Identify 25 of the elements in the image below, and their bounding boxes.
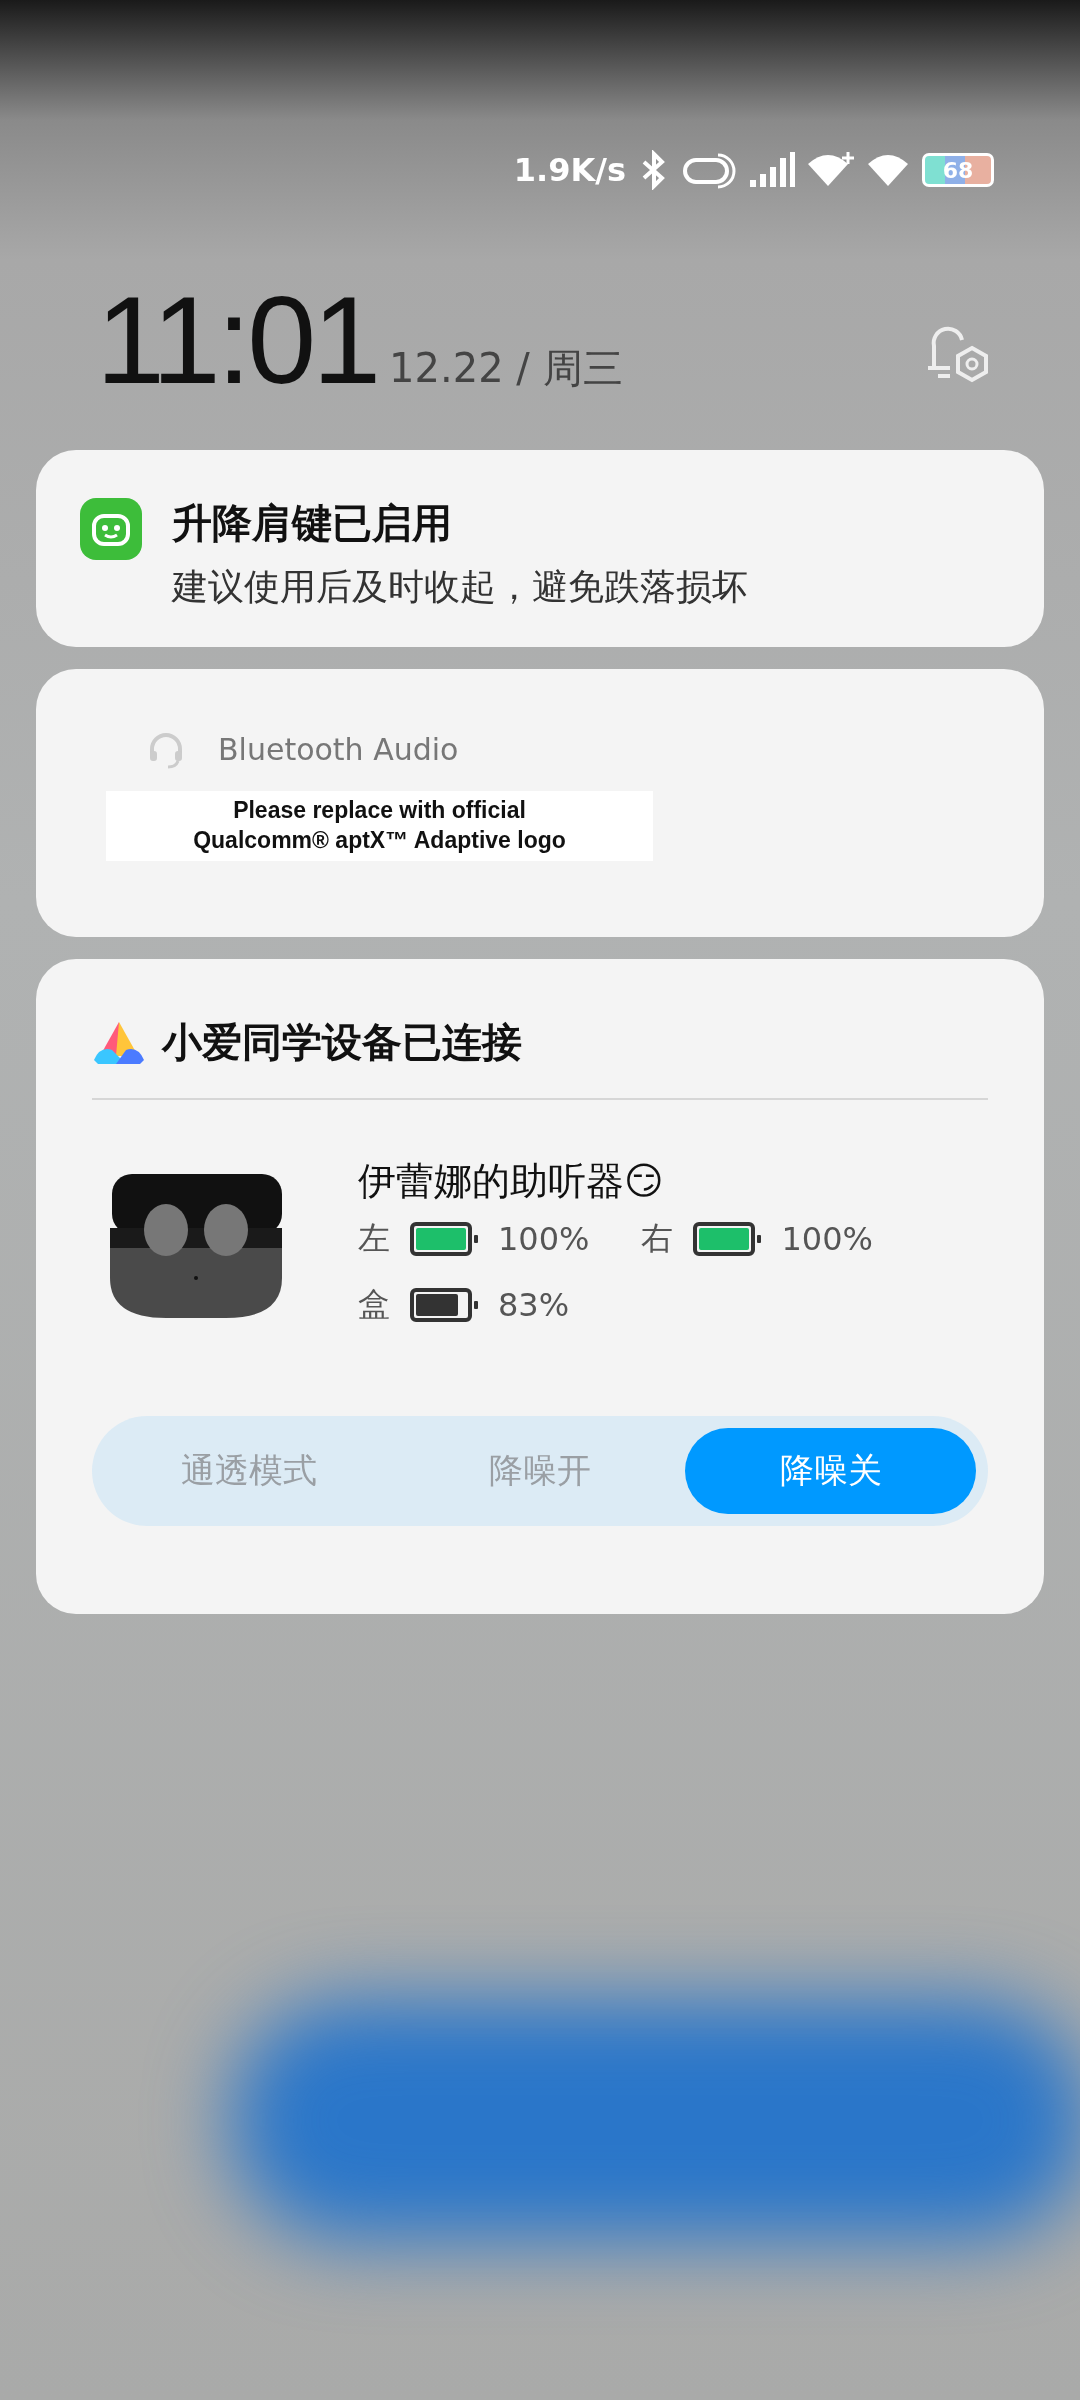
clock-date: 12.22 / 周三 [389, 344, 623, 393]
mode-tab[interactable]: 通透模式 [104, 1428, 395, 1514]
battery-icon [410, 1288, 478, 1322]
battery-label: 盒 [358, 1284, 390, 1325]
notification-body: 建议使用后及时收起，避免跌落损坏 [172, 565, 748, 609]
notification-card[interactable]: 升降肩键已启用 建议使用后及时收起，避免跌落损坏 [36, 450, 1044, 647]
battery-icon [410, 1222, 478, 1256]
notification-app-name: Bluetooth Audio [218, 731, 459, 767]
device-name: 伊蕾娜的助听器😏 [358, 1158, 665, 1205]
battery-label: 右 [641, 1218, 674, 1259]
robot-app-icon [80, 498, 142, 560]
battery-icon [693, 1222, 762, 1256]
placeholder-text: Please replace with official [233, 796, 526, 826]
notification-card[interactable]: Bluetooth Audio Please replace with official Qualcomm® aptX™ Adaptive logo [36, 669, 1044, 937]
notification-title: 升降肩键已启用 [172, 499, 453, 548]
notification-title: 小爱同学设备已连接 [162, 1018, 522, 1067]
battery-percentage: 100% [498, 1220, 590, 1258]
placeholder-text: Qualcomm® aptX™ Adaptive logo [193, 826, 566, 855]
mode-tab[interactable]: 降噪开 [394, 1428, 686, 1514]
battery-label: 左 [358, 1218, 390, 1259]
mode-tab[interactable]: 降噪关 [685, 1428, 976, 1514]
clock-time: 11:01 [96, 278, 378, 402]
network-speed: 1.9K/s [513, 151, 626, 189]
battery-percentage: 83% [498, 1286, 570, 1324]
battery-percentage: 100% [781, 1220, 873, 1258]
